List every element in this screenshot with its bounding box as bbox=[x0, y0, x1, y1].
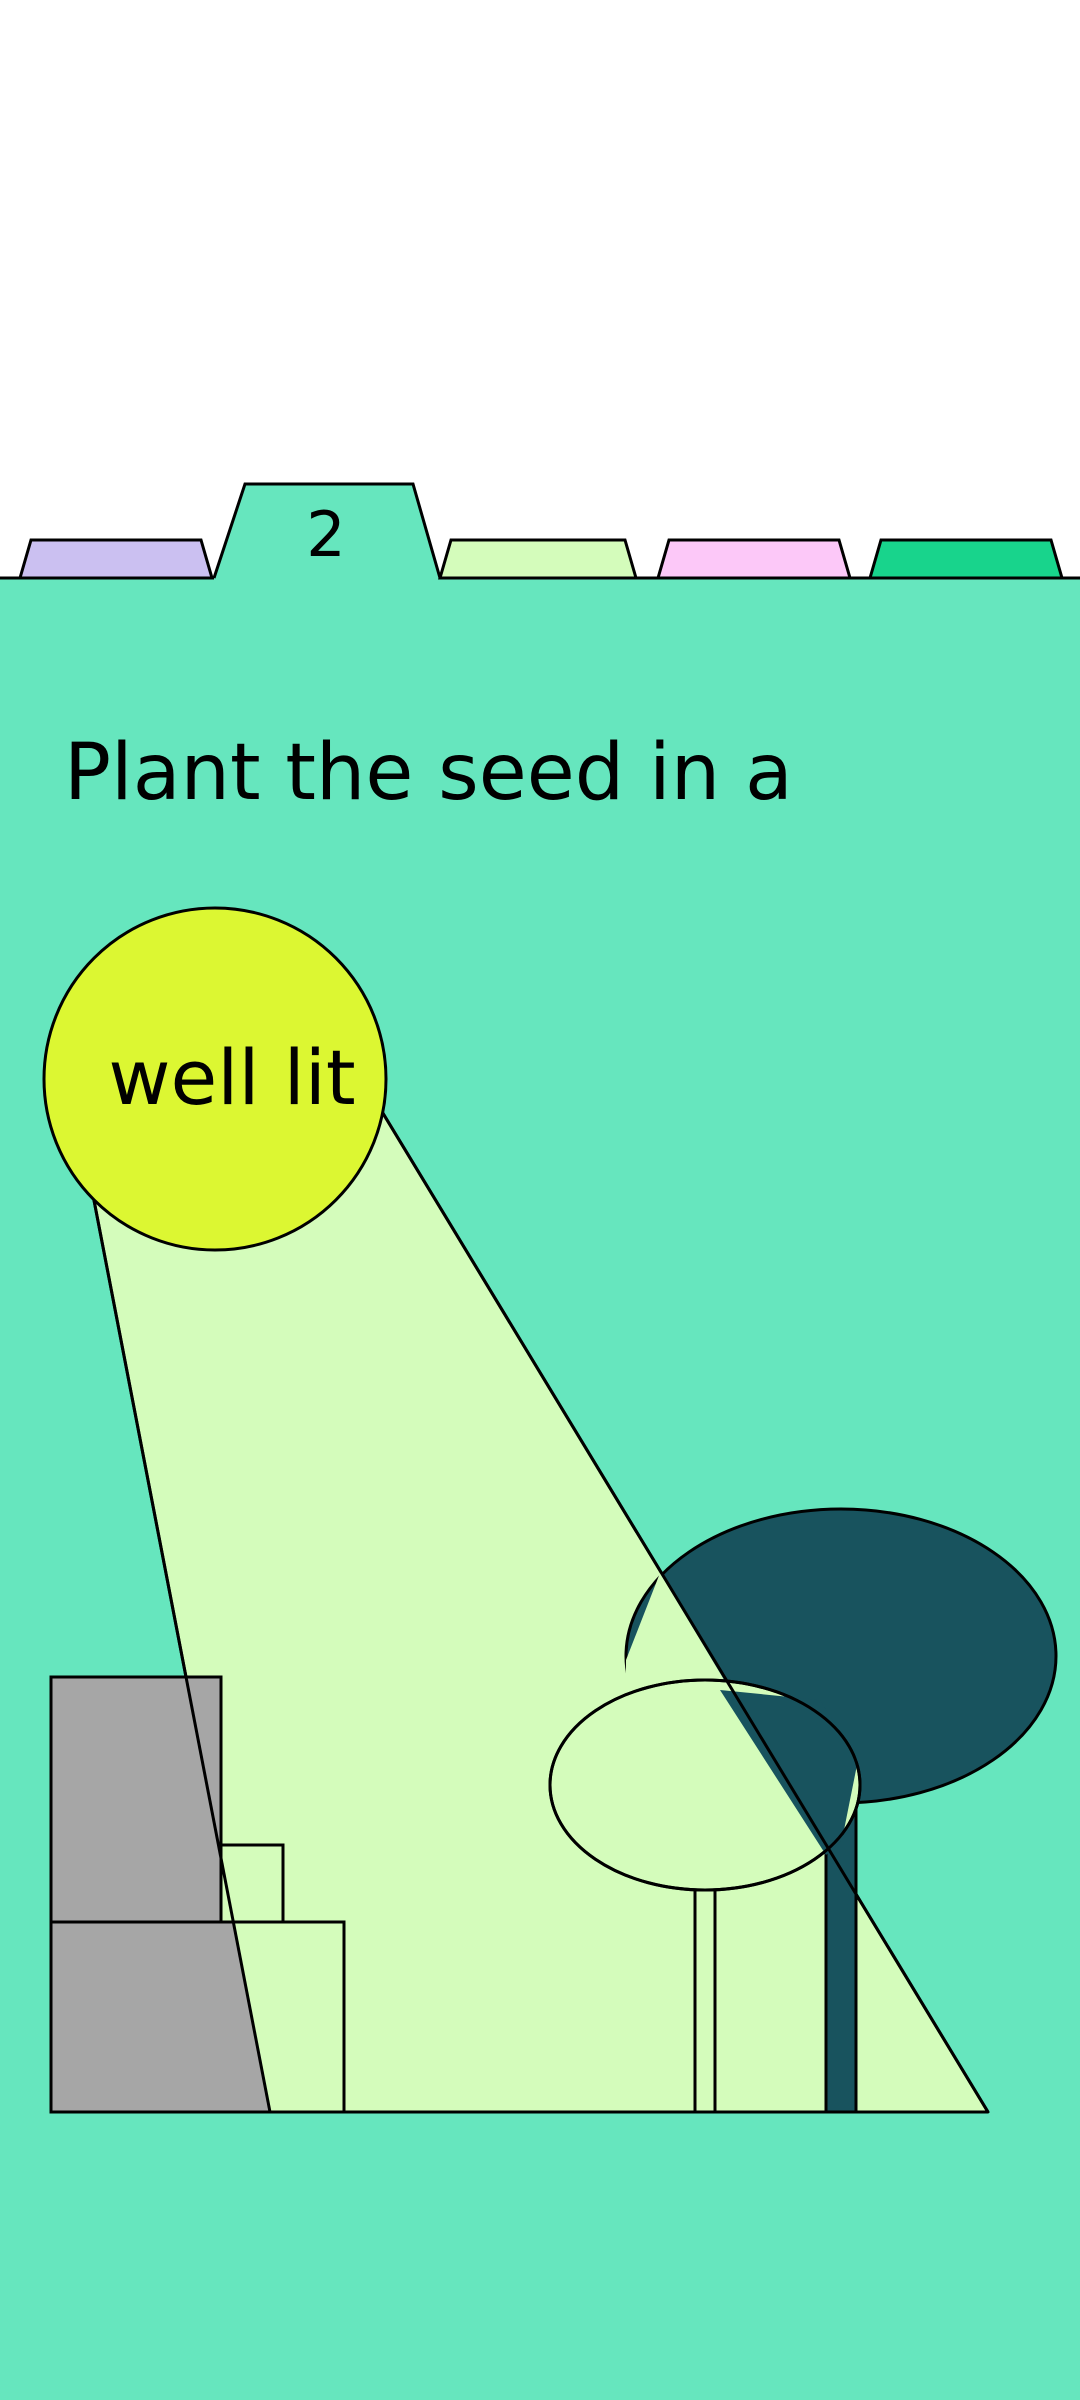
building-tall bbox=[49, 1675, 223, 1924]
step-heading: Plant the seed in a bbox=[64, 728, 793, 818]
tab-4[interactable] bbox=[656, 538, 852, 580]
tab-2-label: 2 bbox=[306, 498, 346, 571]
scene-illustration bbox=[0, 482, 1080, 2400]
tab-3[interactable] bbox=[438, 538, 638, 580]
tab-5[interactable] bbox=[868, 538, 1064, 580]
sun-label: well lit bbox=[108, 1033, 356, 1122]
step-card-screen: 2 Plant the seed in a well lit bbox=[0, 0, 1080, 2400]
tab-bar bbox=[0, 482, 1080, 580]
tab-1[interactable] bbox=[18, 538, 214, 580]
tree-light-trunk bbox=[693, 1878, 717, 2114]
